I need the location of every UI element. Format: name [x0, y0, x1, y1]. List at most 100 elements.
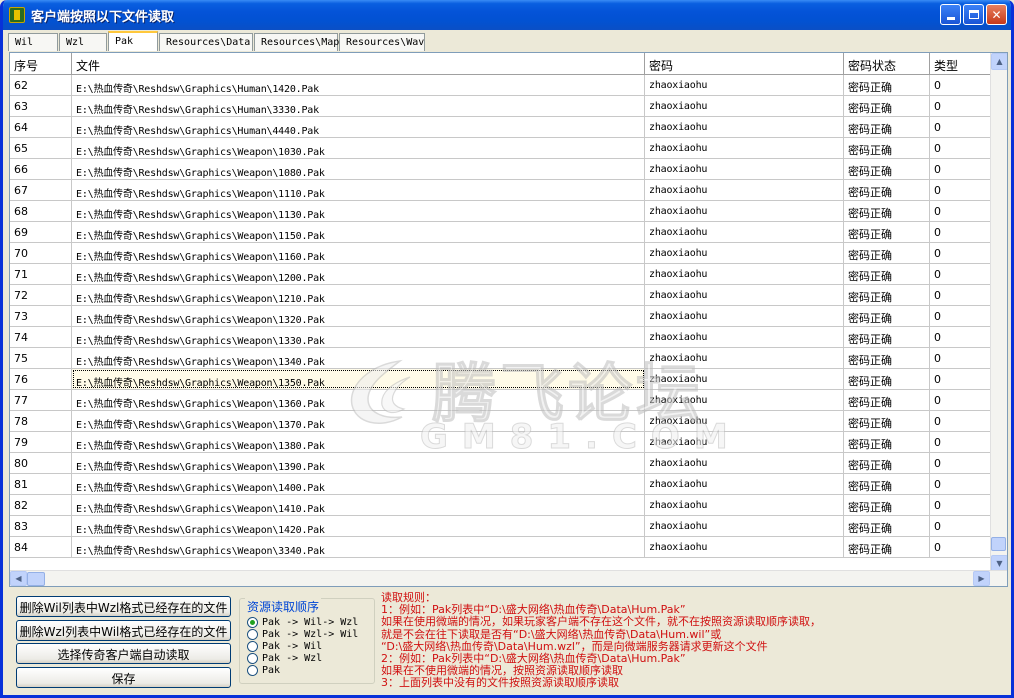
col-password-status-cell[interactable]: 密码正确: [844, 390, 930, 410]
col-password-cell[interactable]: zhaoxiaohu: [645, 495, 844, 515]
col-password-status-cell[interactable]: 密码正确: [844, 138, 930, 158]
col-index-cell[interactable]: 70: [10, 243, 72, 263]
col-index-cell[interactable]: 84: [10, 537, 72, 557]
horizontal-scrollbar[interactable]: ◀ ▶: [10, 570, 1007, 586]
col-type-cell[interactable]: 0: [930, 138, 991, 158]
col-password-status-cell[interactable]: 密码正确: [844, 96, 930, 116]
col-password-status-cell[interactable]: 密码正确: [844, 306, 930, 326]
tab-resources-data[interactable]: Resources\Data: [159, 33, 253, 51]
table-row[interactable]: 68 E:\热血传奇\Reshdsw\Graphics\Weapon\1130.P…: [10, 201, 991, 222]
scroll-left-button[interactable]: ◀: [10, 571, 27, 586]
col-type-header[interactable]: 类型: [930, 53, 991, 74]
tab-wzl[interactable]: Wzl: [59, 33, 107, 51]
col-password-status-cell[interactable]: 密码正确: [844, 495, 930, 515]
col-index-cell[interactable]: 65: [10, 138, 72, 158]
table-row[interactable]: 82 E:\热血传奇\Reshdsw\Graphics\Weapon\1410.P…: [10, 495, 991, 516]
read-order-option[interactable]: Pak -> Wzl: [247, 653, 322, 664]
tab-resources-map[interactable]: Resources\Map: [254, 33, 339, 51]
table-row[interactable]: 64 E:\热血传奇\Reshdsw\Graphics\Human\4440.Pa…: [10, 117, 991, 138]
col-index-cell[interactable]: 68: [10, 201, 72, 221]
col-password-cell[interactable]: zhaoxiaohu: [645, 222, 844, 242]
col-file-cell[interactable]: E:\热血传奇\Reshdsw\Graphics\Weapon\1390.Pak: [72, 453, 645, 473]
col-file-cell[interactable]: E:\热血传奇\Reshdsw\Graphics\Weapon\1030.Pak: [72, 138, 645, 158]
radio-button[interactable]: [247, 665, 258, 676]
col-file-cell[interactable]: E:\热血传奇\Reshdsw\Graphics\Weapon\1340.Pak: [72, 348, 645, 368]
col-password-status-cell[interactable]: 密码正确: [844, 348, 930, 368]
col-type-cell[interactable]: 0: [930, 474, 991, 494]
col-password-cell[interactable]: zhaoxiaohu: [645, 264, 844, 284]
col-type-cell[interactable]: 0: [930, 96, 991, 116]
col-type-cell[interactable]: 0: [930, 243, 991, 263]
table-row[interactable]: 66 E:\热血传奇\Reshdsw\Graphics\Weapon\1080.P…: [10, 159, 991, 180]
col-password-status-cell[interactable]: 密码正确: [844, 285, 930, 305]
radio-button[interactable]: [247, 629, 258, 640]
col-password-status-cell[interactable]: 密码正确: [844, 117, 930, 137]
tab-wil[interactable]: Wil: [8, 33, 58, 51]
col-file-cell[interactable]: E:\热血传奇\Reshdsw\Graphics\Weapon\3340.Pak: [72, 537, 645, 557]
col-password-cell[interactable]: zhaoxiaohu: [645, 138, 844, 158]
col-type-cell[interactable]: 0: [930, 516, 991, 536]
minimize-button[interactable]: [940, 4, 961, 25]
col-type-cell[interactable]: 0: [930, 159, 991, 179]
col-password-cell[interactable]: zhaoxiaohu: [645, 474, 844, 494]
horizontal-scroll-thumb[interactable]: [27, 572, 45, 586]
col-type-cell[interactable]: 0: [930, 180, 991, 200]
col-index-cell[interactable]: 80: [10, 453, 72, 473]
table-row[interactable]: 69 E:\热血传奇\Reshdsw\Graphics\Weapon\1150.P…: [10, 222, 991, 243]
read-order-option[interactable]: Pak: [247, 665, 280, 676]
col-file-cell[interactable]: E:\热血传奇\Reshdsw\Graphics\Weapon\1350.Pak: [72, 369, 645, 389]
col-file-cell[interactable]: E:\热血传奇\Reshdsw\Graphics\Weapon\1110.Pak: [72, 180, 645, 200]
save-button[interactable]: 保存: [16, 667, 231, 688]
auto-read-client-button[interactable]: 选择传奇客户端自动读取: [16, 643, 231, 664]
col-type-cell[interactable]: 0: [930, 432, 991, 452]
col-file-cell[interactable]: E:\热血传奇\Reshdsw\Graphics\Weapon\1400.Pak: [72, 474, 645, 494]
col-type-cell[interactable]: 0: [930, 222, 991, 242]
col-type-cell[interactable]: 0: [930, 306, 991, 326]
file-grid[interactable]: 序号 文件 密码 密码状态 类型 62 E:\热血传奇\Reshdsw\Graphics\…: [9, 52, 1008, 587]
col-index-cell[interactable]: 69: [10, 222, 72, 242]
maximize-button[interactable]: [963, 4, 984, 25]
col-type-cell[interactable]: 0: [930, 495, 991, 515]
col-file-cell[interactable]: E:\热血传奇\Reshdsw\Graphics\Weapon\1130.Pak: [72, 201, 645, 221]
col-file-cell[interactable]: E:\热血传奇\Reshdsw\Graphics\Weapon\1380.Pak: [72, 432, 645, 452]
col-index-cell[interactable]: 76: [10, 369, 72, 389]
col-index-cell[interactable]: 63: [10, 96, 72, 116]
col-file-cell[interactable]: E:\热血传奇\Reshdsw\Graphics\Weapon\1150.Pak: [72, 222, 645, 242]
col-password-status-cell[interactable]: 密码正确: [844, 474, 930, 494]
col-file-cell[interactable]: E:\热血传奇\Reshdsw\Graphics\Weapon\1360.Pak: [72, 390, 645, 410]
col-password-cell[interactable]: zhaoxiaohu: [645, 327, 844, 347]
col-password-status-cell[interactable]: 密码正确: [844, 222, 930, 242]
read-order-option[interactable]: Pak -> Wzl-> Wil: [247, 629, 358, 640]
col-password-cell[interactable]: zhaoxiaohu: [645, 453, 844, 473]
col-file-cell[interactable]: E:\热血传奇\Reshdsw\Graphics\Human\1420.Pak: [72, 75, 645, 95]
table-row[interactable]: 74 E:\热血传奇\Reshdsw\Graphics\Weapon\1330.P…: [10, 327, 991, 348]
table-row[interactable]: 70 E:\热血传奇\Reshdsw\Graphics\Weapon\1160.P…: [10, 243, 991, 264]
col-file-cell[interactable]: E:\热血传奇\Reshdsw\Graphics\Weapon\1370.Pak: [72, 411, 645, 431]
col-type-cell[interactable]: 0: [930, 75, 991, 95]
col-password-status-cell[interactable]: 密码正确: [844, 180, 930, 200]
col-type-cell[interactable]: 0: [930, 327, 991, 347]
col-file-cell[interactable]: E:\热血传奇\Reshdsw\Graphics\Weapon\1080.Pak: [72, 159, 645, 179]
scroll-up-button[interactable]: ▲: [991, 53, 1007, 70]
col-index-header[interactable]: 序号: [10, 53, 72, 74]
table-row[interactable]: 79 E:\热血传奇\Reshdsw\Graphics\Weapon\1380.P…: [10, 432, 991, 453]
radio-button[interactable]: [247, 641, 258, 652]
table-row[interactable]: 67 E:\热血传奇\Reshdsw\Graphics\Weapon\1110.P…: [10, 180, 991, 201]
col-password-status-cell[interactable]: 密码正确: [844, 75, 930, 95]
col-password-cell[interactable]: zhaoxiaohu: [645, 348, 844, 368]
col-password-status-cell[interactable]: 密码正确: [844, 516, 930, 536]
col-password-status-cell[interactable]: 密码正确: [844, 453, 930, 473]
title-bar[interactable]: 客户端按照以下文件读取 ✕: [3, 0, 1011, 30]
col-file-cell[interactable]: E:\热血传奇\Reshdsw\Graphics\Human\4440.Pak: [72, 117, 645, 137]
col-index-cell[interactable]: 81: [10, 474, 72, 494]
col-password-cell[interactable]: zhaoxiaohu: [645, 537, 844, 557]
radio-button[interactable]: [247, 617, 258, 628]
table-row[interactable]: 81 E:\热血传奇\Reshdsw\Graphics\Weapon\1400.P…: [10, 474, 991, 495]
col-index-cell[interactable]: 66: [10, 159, 72, 179]
col-file-cell[interactable]: E:\热血传奇\Reshdsw\Graphics\Weapon\1410.Pak: [72, 495, 645, 515]
col-password-status-cell[interactable]: 密码正确: [844, 432, 930, 452]
col-password-status-cell[interactable]: 密码正确: [844, 327, 930, 347]
col-type-cell[interactable]: 0: [930, 201, 991, 221]
col-password-status-cell[interactable]: 密码正确: [844, 159, 930, 179]
col-password-cell[interactable]: zhaoxiaohu: [645, 75, 844, 95]
